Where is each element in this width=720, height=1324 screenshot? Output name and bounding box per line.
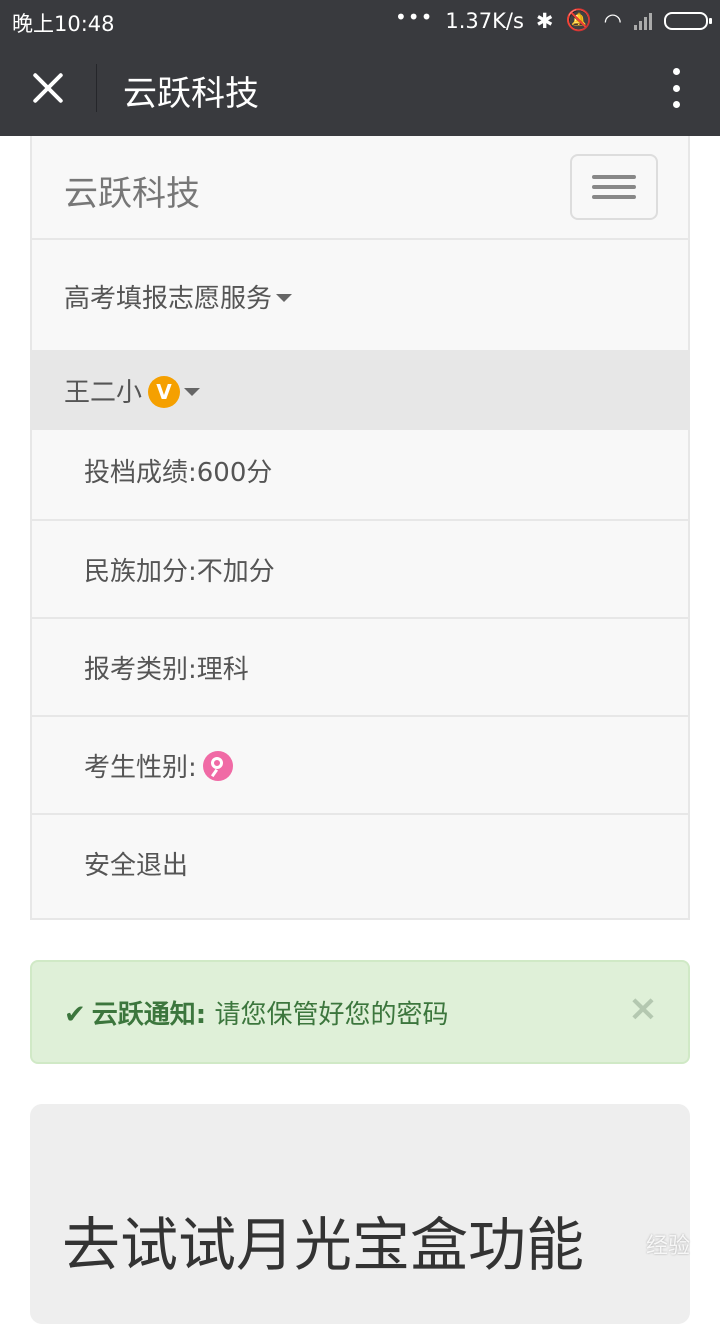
menu-item-label: 民族加分:不加分 <box>84 557 275 587</box>
menu-item-bonus[interactable]: 民族加分:不加分 <box>32 519 688 617</box>
status-bar: 晚上10:48 ••• 1.37K/s ✱ 🔕 ◠ <box>0 0 720 40</box>
status-time: 晚上10:48 <box>12 12 115 36</box>
user-name: 王二小 <box>64 378 143 408</box>
page-title: 云跃科技 <box>123 74 259 114</box>
app-title-bar: 云跃科技 <box>0 40 720 136</box>
more-dots-icon: ••• <box>394 4 434 29</box>
navbar-brand[interactable]: 云跃科技 <box>64 166 200 215</box>
menu-item-label: 安全退出 <box>84 851 189 881</box>
battery-icon <box>664 11 712 30</box>
menu-item-logout[interactable]: 安全退出 <box>32 813 688 918</box>
menu-item-label: 投档成绩:600分 <box>84 458 273 488</box>
close-alert-icon[interactable]: × <box>628 988 658 1029</box>
menu-item-label: 报考类别:理科 <box>84 655 249 685</box>
vip-badge-icon: V <box>148 375 181 408</box>
jumbotron-heading: 去试试月光宝盒功能 <box>62 1211 585 1279</box>
check-icon: ✔ <box>64 1000 86 1030</box>
notice-alert: ✔ 云跃通知: 请您保管好您的密码 × <box>30 960 690 1064</box>
menu-item-score[interactable]: 投档成绩:600分 <box>32 430 688 520</box>
nav-dropdown-user[interactable]: 王二小 V <box>32 350 688 430</box>
close-icon[interactable] <box>28 68 68 108</box>
status-icons: ••• 1.37K/s ✱ 🔕 ◠ <box>394 4 712 33</box>
bluetooth-icon: ✱ <box>535 8 554 33</box>
caret-down-icon <box>276 293 293 302</box>
alert-title: 云跃通知: <box>91 1000 207 1030</box>
hamburger-menu-button[interactable] <box>570 154 658 220</box>
caret-down-icon <box>184 387 201 396</box>
mute-icon: 🔕 <box>565 8 592 32</box>
title-divider <box>96 64 97 112</box>
nav-service-label: 高考填报志愿服务 <box>64 284 273 314</box>
alert-message: 请您保管好您的密码 <box>214 1000 449 1030</box>
wifi-icon: ◠ <box>603 8 622 33</box>
menu-item-category[interactable]: 报考类别:理科 <box>32 617 688 715</box>
signal-icon <box>634 12 652 30</box>
watermark: 经验 <box>645 1234 690 1259</box>
jumbotron: 去试试月光宝盒功能 <box>30 1104 690 1324</box>
female-icon <box>202 750 233 781</box>
navbar: 云跃科技 高考填报志愿服务 王二小 V 投档成绩:600分 民族加分:不加分 报考… <box>30 136 690 920</box>
menu-item-gender[interactable]: 考生性别: <box>32 715 688 813</box>
net-speed: 1.37K/s <box>445 8 524 33</box>
more-menu-icon[interactable] <box>672 68 680 108</box>
menu-item-label: 考生性别: <box>84 753 197 783</box>
nav-dropdown-service[interactable]: 高考填报志愿服务 <box>32 238 688 350</box>
